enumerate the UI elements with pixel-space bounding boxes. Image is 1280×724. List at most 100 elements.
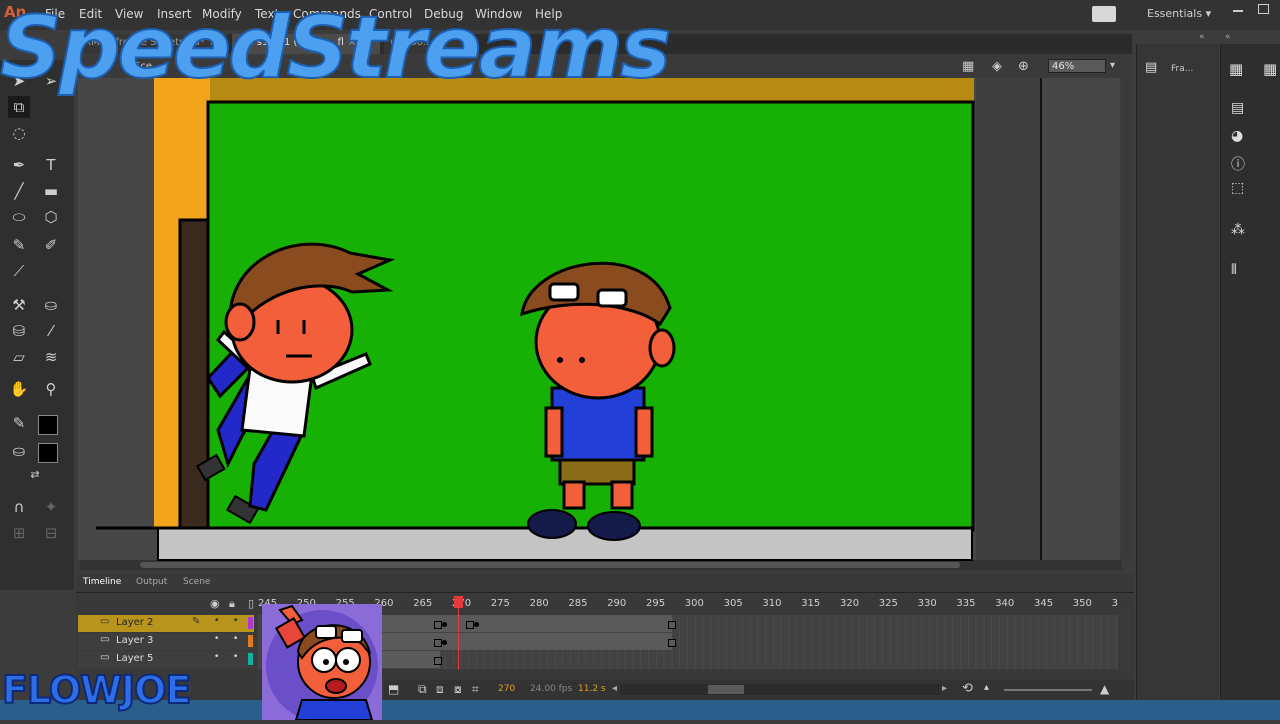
color-palette-icon[interactable]: ◕ <box>1231 128 1243 144</box>
frame-span-layer-2[interactable] <box>380 615 672 632</box>
keyframe-empty[interactable] <box>434 639 442 647</box>
scroll-left-icon[interactable]: ◂ <box>612 683 617 694</box>
free-transform-tool-icon[interactable]: ⧉ <box>8 96 30 118</box>
workspace-switcher[interactable]: Essentials ▾ <box>1147 7 1211 20</box>
frame-number[interactable]: 330 <box>918 598 937 609</box>
paint-bucket-tool-icon[interactable]: ⛀ <box>40 294 62 316</box>
frame-number[interactable]: 325 <box>879 598 898 609</box>
timeline-horizontal-scrollbar[interactable] <box>620 684 940 695</box>
zoom-input[interactable]: 46% <box>1048 59 1106 73</box>
zoom-out-timeline-icon[interactable]: ▴ <box>984 682 989 693</box>
tab-output[interactable]: Output <box>136 577 167 587</box>
keyframe-empty[interactable] <box>434 621 442 629</box>
loop-icon[interactable]: ⟲ <box>962 681 973 696</box>
keyframe[interactable] <box>442 640 447 645</box>
pen-tool-icon[interactable]: ✒ <box>8 154 30 176</box>
frame-panel-icon[interactable]: ▤ <box>1145 60 1157 75</box>
brush-tool-icon[interactable]: ✐ <box>40 234 62 256</box>
oval-tool-icon[interactable]: ⬭ <box>8 206 30 228</box>
stroke-color-swatch[interactable] <box>38 415 58 435</box>
tab-timeline[interactable]: Timeline <box>83 577 121 587</box>
frame-panel-label[interactable]: Fra... <box>1171 64 1193 74</box>
horizontal-scroll-thumb[interactable] <box>140 562 960 568</box>
keyframe[interactable] <box>474 622 479 627</box>
keyframe-end[interactable] <box>668 621 676 629</box>
expand-panel-icon[interactable]: « <box>1225 32 1231 42</box>
layer-color-swatch[interactable] <box>248 617 253 629</box>
lock-dot-icon[interactable]: • <box>233 652 238 662</box>
info-icon[interactable]: ⓘ <box>1231 154 1245 174</box>
frame-span-layer-3[interactable] <box>380 633 672 650</box>
motion-presets-icon[interactable]: ⁂ <box>1231 222 1245 238</box>
scroll-right-icon[interactable]: ▸ <box>942 683 947 694</box>
straighten-icon[interactable]: ⊞ <box>8 522 30 544</box>
frame-number[interactable]: 340 <box>995 598 1014 609</box>
layer-row-layer-3[interactable]: ▭ Layer 3 • • <box>78 633 254 650</box>
width-tool-icon[interactable]: ≋ <box>40 346 62 368</box>
library-grid-icon[interactable]: ▦ <box>1229 60 1243 78</box>
keyframe-empty[interactable] <box>434 657 442 665</box>
zoom-tool-icon[interactable]: ⚲ <box>40 378 62 400</box>
frame-number[interactable]: 3 <box>1112 598 1118 609</box>
visibility-dot-icon[interactable]: • <box>214 616 219 626</box>
frame-number[interactable]: 345 <box>1034 598 1053 609</box>
vertical-scrollbar[interactable] <box>1122 80 1132 558</box>
lock-dot-icon[interactable]: • <box>233 616 238 626</box>
collapse-panel-icon[interactable]: « <box>1199 32 1205 42</box>
frame-number[interactable]: 300 <box>685 598 704 609</box>
eraser-tool-icon[interactable]: ▱ <box>8 346 30 368</box>
zoom-in-timeline-icon[interactable]: ▲ <box>1100 682 1109 696</box>
keyframe-empty[interactable] <box>466 621 474 629</box>
pencil-tool-icon[interactable]: ✎ <box>8 234 30 256</box>
eyedropper-tool-icon[interactable]: ⁄ <box>40 320 62 342</box>
swap-colors-icon[interactable]: ⇄ <box>24 464 46 486</box>
layer-name[interactable]: Layer 5 <box>116 653 153 664</box>
frame-number[interactable]: 280 <box>530 598 549 609</box>
onion-outline-icon[interactable]: ⧈ <box>436 682 444 697</box>
sync-settings-icon[interactable] <box>1092 6 1116 22</box>
center-stage-icon[interactable]: ⊕ <box>1018 59 1029 74</box>
frame-number[interactable]: 305 <box>724 598 743 609</box>
visibility-dot-icon[interactable]: • <box>214 652 219 662</box>
outline-icon[interactable]: ▯ <box>248 597 254 610</box>
history-icon[interactable]: ⫴ <box>1231 262 1237 278</box>
smooth-icon[interactable]: ✦ <box>40 496 62 518</box>
transform-icon[interactable]: ⬚ <box>1231 180 1244 196</box>
hand-tool-icon[interactable]: ✋ <box>8 378 30 400</box>
frame-number[interactable]: 275 <box>491 598 510 609</box>
frame-number[interactable]: 310 <box>762 598 781 609</box>
layer-name[interactable]: Layer 3 <box>116 635 153 646</box>
text-tool-icon[interactable]: T <box>40 154 62 176</box>
layer-row-layer-5[interactable]: ▭ Layer 5 • • <box>78 651 254 668</box>
onion-markers-icon[interactable]: ⌗ <box>472 682 479 697</box>
line-tool-icon[interactable]: ╱ <box>8 180 30 202</box>
timeline-zoom-slider[interactable] <box>1004 689 1092 691</box>
tab-scene[interactable]: Scene <box>183 577 210 587</box>
lock-icon[interactable]: 🔒︎ <box>229 597 235 611</box>
fill-color-icon[interactable]: ⛀ <box>8 440 30 462</box>
edit-scene-icon[interactable]: ▦ <box>962 59 974 74</box>
frame-number[interactable]: 335 <box>956 598 975 609</box>
align-icon[interactable]: ▤ <box>1231 100 1244 116</box>
paint-brush-tool-icon[interactable]: ⟋ <box>8 260 30 282</box>
lasso-tool-icon[interactable]: ◌ <box>8 122 30 144</box>
timeline-scroll-thumb[interactable] <box>708 685 744 694</box>
layer-row-layer-2[interactable]: ▭ Layer 2 ✎ • • <box>78 615 254 632</box>
new-layer-icon[interactable]: ⬒ <box>388 682 399 696</box>
layer-name[interactable]: Layer 2 <box>116 617 153 628</box>
bone-tool-icon[interactable]: ⚒ <box>8 294 30 316</box>
lock-dot-icon[interactable]: • <box>233 634 238 644</box>
minimize-icon[interactable] <box>1233 10 1243 12</box>
keyframe-end[interactable] <box>668 639 676 647</box>
frame-number[interactable]: 285 <box>568 598 587 609</box>
layer-color-swatch[interactable] <box>248 635 253 647</box>
visibility-dot-icon[interactable]: • <box>214 634 219 644</box>
edit-multiple-icon[interactable]: ⧇ <box>454 682 462 697</box>
frame-span-layer-5[interactable] <box>380 651 440 668</box>
frame-number[interactable]: 295 <box>646 598 665 609</box>
frame-number[interactable]: 350 <box>1073 598 1092 609</box>
stroke-color-icon[interactable]: ✎ <box>8 412 30 434</box>
component-grid-icon[interactable]: ▦ <box>1263 60 1277 78</box>
frame-number[interactable]: 320 <box>840 598 859 609</box>
onion-skin-icon[interactable]: ⧉ <box>418 682 427 697</box>
